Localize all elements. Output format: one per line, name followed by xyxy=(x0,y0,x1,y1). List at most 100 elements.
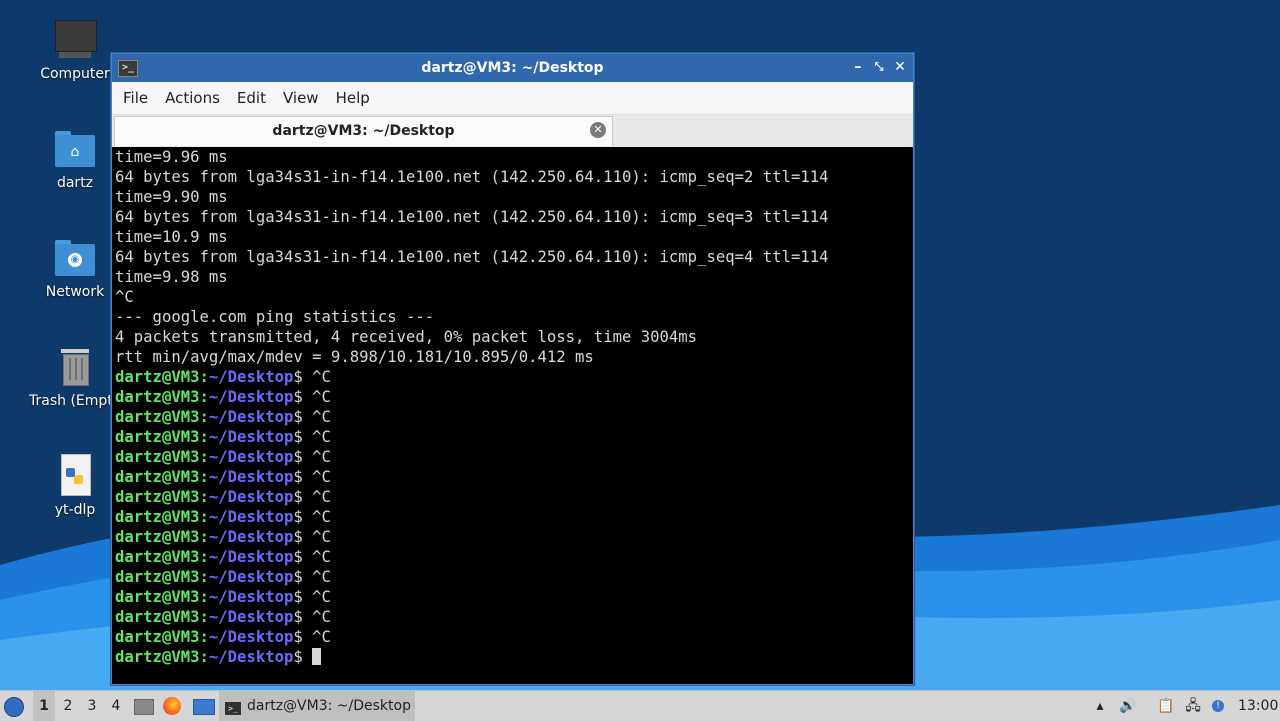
menu-actions[interactable]: Actions xyxy=(157,85,228,111)
workspace-1[interactable]: 1 xyxy=(33,691,55,721)
prompt-symbol: $ xyxy=(293,648,313,666)
interrupt-text: ^C xyxy=(312,388,331,406)
maximize-icon[interactable]: ⤡ xyxy=(870,58,888,76)
prompt-path: ~/Desktop xyxy=(208,488,294,506)
file-manager-icon[interactable] xyxy=(134,691,156,721)
terminal-prompt-line: dartz@VM3:~/Desktop$ ^C xyxy=(115,607,910,627)
prompt-separator: : xyxy=(199,588,209,606)
prompt-symbol: $ xyxy=(293,628,313,646)
prompt-path: ~/Desktop xyxy=(208,548,294,566)
prompt-user: dartz@VM3 xyxy=(115,568,200,586)
terminal-output-line: 64 bytes from lga34s31-in-f14.1e100.net … xyxy=(115,248,829,266)
desktop-icon-trash[interactable]: Trash (Empty) xyxy=(27,345,123,409)
close-icon[interactable]: ✕ xyxy=(891,58,909,76)
terminal-output-line: ^C xyxy=(115,288,134,306)
network-status-icon[interactable]: 🖧 xyxy=(1182,691,1204,721)
window-title: dartz@VM3: ~/Desktop xyxy=(421,60,604,76)
terminal-prompt-line: dartz@VM3:~/Desktop$ ^C xyxy=(115,507,910,527)
interrupt-text: ^C xyxy=(312,628,331,646)
app-menu-icon[interactable] xyxy=(4,691,28,721)
desktop-icon-label: Trash (Empty) xyxy=(29,393,113,409)
desktop-icon-label: Computer xyxy=(40,66,110,82)
terminal-output[interactable]: time=9.96 ms 64 bytes from lga34s31-in-f1… xyxy=(112,147,913,684)
prompt-symbol: $ xyxy=(293,448,313,466)
prompt-symbol: $ xyxy=(293,408,313,426)
prompt-symbol: $ xyxy=(293,548,313,566)
prompt-user: dartz@VM3 xyxy=(115,628,200,646)
menu-edit[interactable]: Edit xyxy=(229,85,274,111)
desktop-icon-home[interactable]: ⌂ dartz xyxy=(27,127,123,191)
menu-bar: File Actions Edit View Help xyxy=(112,82,913,115)
prompt-separator: : xyxy=(199,368,209,386)
prompt-separator: : xyxy=(199,468,209,486)
workspace-4[interactable]: 4 xyxy=(105,691,127,721)
notification-icon[interactable]: ! xyxy=(1208,691,1228,721)
terminal-task-icon: >_ xyxy=(225,702,241,715)
tray-up-arrow-icon[interactable]: ▴ xyxy=(1090,691,1110,721)
terminal-window[interactable]: >_ dartz@VM3: ~/Desktop – ⤡ ✕ File Actio… xyxy=(111,53,914,685)
prompt-path: ~/Desktop xyxy=(208,608,294,626)
taskbar-terminal-button[interactable]: >_ dartz@VM3: ~/Desktop xyxy=(219,691,415,721)
terminal-output-line: time=9.98 ms xyxy=(115,268,228,286)
prompt-user: dartz@VM3 xyxy=(115,388,200,406)
terminal-prompt-line: dartz@VM3:~/Desktop$ ^C xyxy=(115,627,910,647)
terminal-prompt-line: dartz@VM3:~/Desktop$ ^C xyxy=(115,567,910,587)
terminal-output-line: --- google.com ping statistics --- xyxy=(115,308,435,326)
workspace-3[interactable]: 3 xyxy=(81,691,103,721)
tab-label: dartz@VM3: ~/Desktop xyxy=(272,123,455,139)
terminal-output-line: 4 packets transmitted, 4 received, 0% pa… xyxy=(115,328,698,346)
interrupt-text: ^C xyxy=(312,568,331,586)
terminal-prompt-line: dartz@VM3:~/Desktop$ ^C xyxy=(115,467,910,487)
interrupt-text: ^C xyxy=(312,508,331,526)
firefox-icon[interactable] xyxy=(163,691,185,721)
prompt-symbol: $ xyxy=(293,608,313,626)
prompt-separator: : xyxy=(199,388,209,406)
terminal-prompt-line: dartz@VM3:~/Desktop$ ^C xyxy=(115,387,910,407)
minimize-icon[interactable]: – xyxy=(849,58,867,76)
computer-icon xyxy=(53,18,97,62)
prompt-user: dartz@VM3 xyxy=(115,648,200,666)
workspace-2[interactable]: 2 xyxy=(57,691,79,721)
terminal-prompt-line: dartz@VM3:~/Desktop$ ^C xyxy=(115,587,910,607)
window-titlebar[interactable]: >_ dartz@VM3: ~/Desktop – ⤡ ✕ xyxy=(112,54,913,82)
prompt-separator: : xyxy=(199,428,209,446)
prompt-path: ~/Desktop xyxy=(208,428,294,446)
volume-icon[interactable]: 🔊 xyxy=(1117,691,1139,721)
prompt-separator: : xyxy=(199,488,209,506)
interrupt-text: ^C xyxy=(312,588,331,606)
desktop-icon-label: yt-dlp xyxy=(54,502,96,518)
taskbar: 1 2 3 4 >_ dartz@VM3: ~/Desktop ▴ 🔊 📋 🖧 !… xyxy=(0,690,1280,721)
desktop-icon-yt-dlp[interactable]: yt-dlp xyxy=(27,454,123,518)
prompt-separator: : xyxy=(199,448,209,466)
prompt-path: ~/Desktop xyxy=(208,408,294,426)
desktop-icon-computer[interactable]: Computer xyxy=(27,18,123,82)
prompt-symbol: $ xyxy=(293,528,313,546)
tab-bar: dartz@VM3: ~/Desktop ✕ xyxy=(112,115,913,148)
text-cursor xyxy=(312,648,322,665)
terminal-prompt-line: dartz@VM3:~/Desktop$ ^C xyxy=(115,487,910,507)
prompt-separator: : xyxy=(199,508,209,526)
prompt-user: dartz@VM3 xyxy=(115,528,200,546)
prompt-user: dartz@VM3 xyxy=(115,448,200,466)
prompt-symbol: $ xyxy=(293,468,313,486)
menu-file[interactable]: File xyxy=(115,85,156,111)
interrupt-text: ^C xyxy=(312,488,331,506)
prompt-path: ~/Desktop xyxy=(208,588,294,606)
terminal-output-line: time=9.96 ms xyxy=(115,148,228,166)
interrupt-text: ^C xyxy=(312,608,331,626)
home-folder-icon: ⌂ xyxy=(53,127,97,171)
menu-view[interactable]: View xyxy=(275,85,327,111)
terminal-prompt-line: dartz@VM3:~/Desktop$ ^C xyxy=(115,527,910,547)
prompt-symbol: $ xyxy=(293,488,313,506)
terminal-prompt-line: dartz@VM3:~/Desktop$ ^C xyxy=(115,447,910,467)
desktop-icon-network[interactable]: ◉ Network xyxy=(27,236,123,300)
prompt-symbol: $ xyxy=(293,568,313,586)
clipboard-icon[interactable]: 📋 xyxy=(1155,691,1177,721)
menu-help[interactable]: Help xyxy=(328,85,378,111)
show-desktop-icon[interactable] xyxy=(193,691,215,721)
terminal-prompt-line: dartz@VM3:~/Desktop$ ^C xyxy=(115,547,910,567)
prompt-symbol: $ xyxy=(293,368,313,386)
interrupt-text: ^C xyxy=(312,448,331,466)
tab-terminal[interactable]: dartz@VM3: ~/Desktop ✕ xyxy=(114,116,613,146)
tab-close-icon[interactable]: ✕ xyxy=(590,122,606,138)
